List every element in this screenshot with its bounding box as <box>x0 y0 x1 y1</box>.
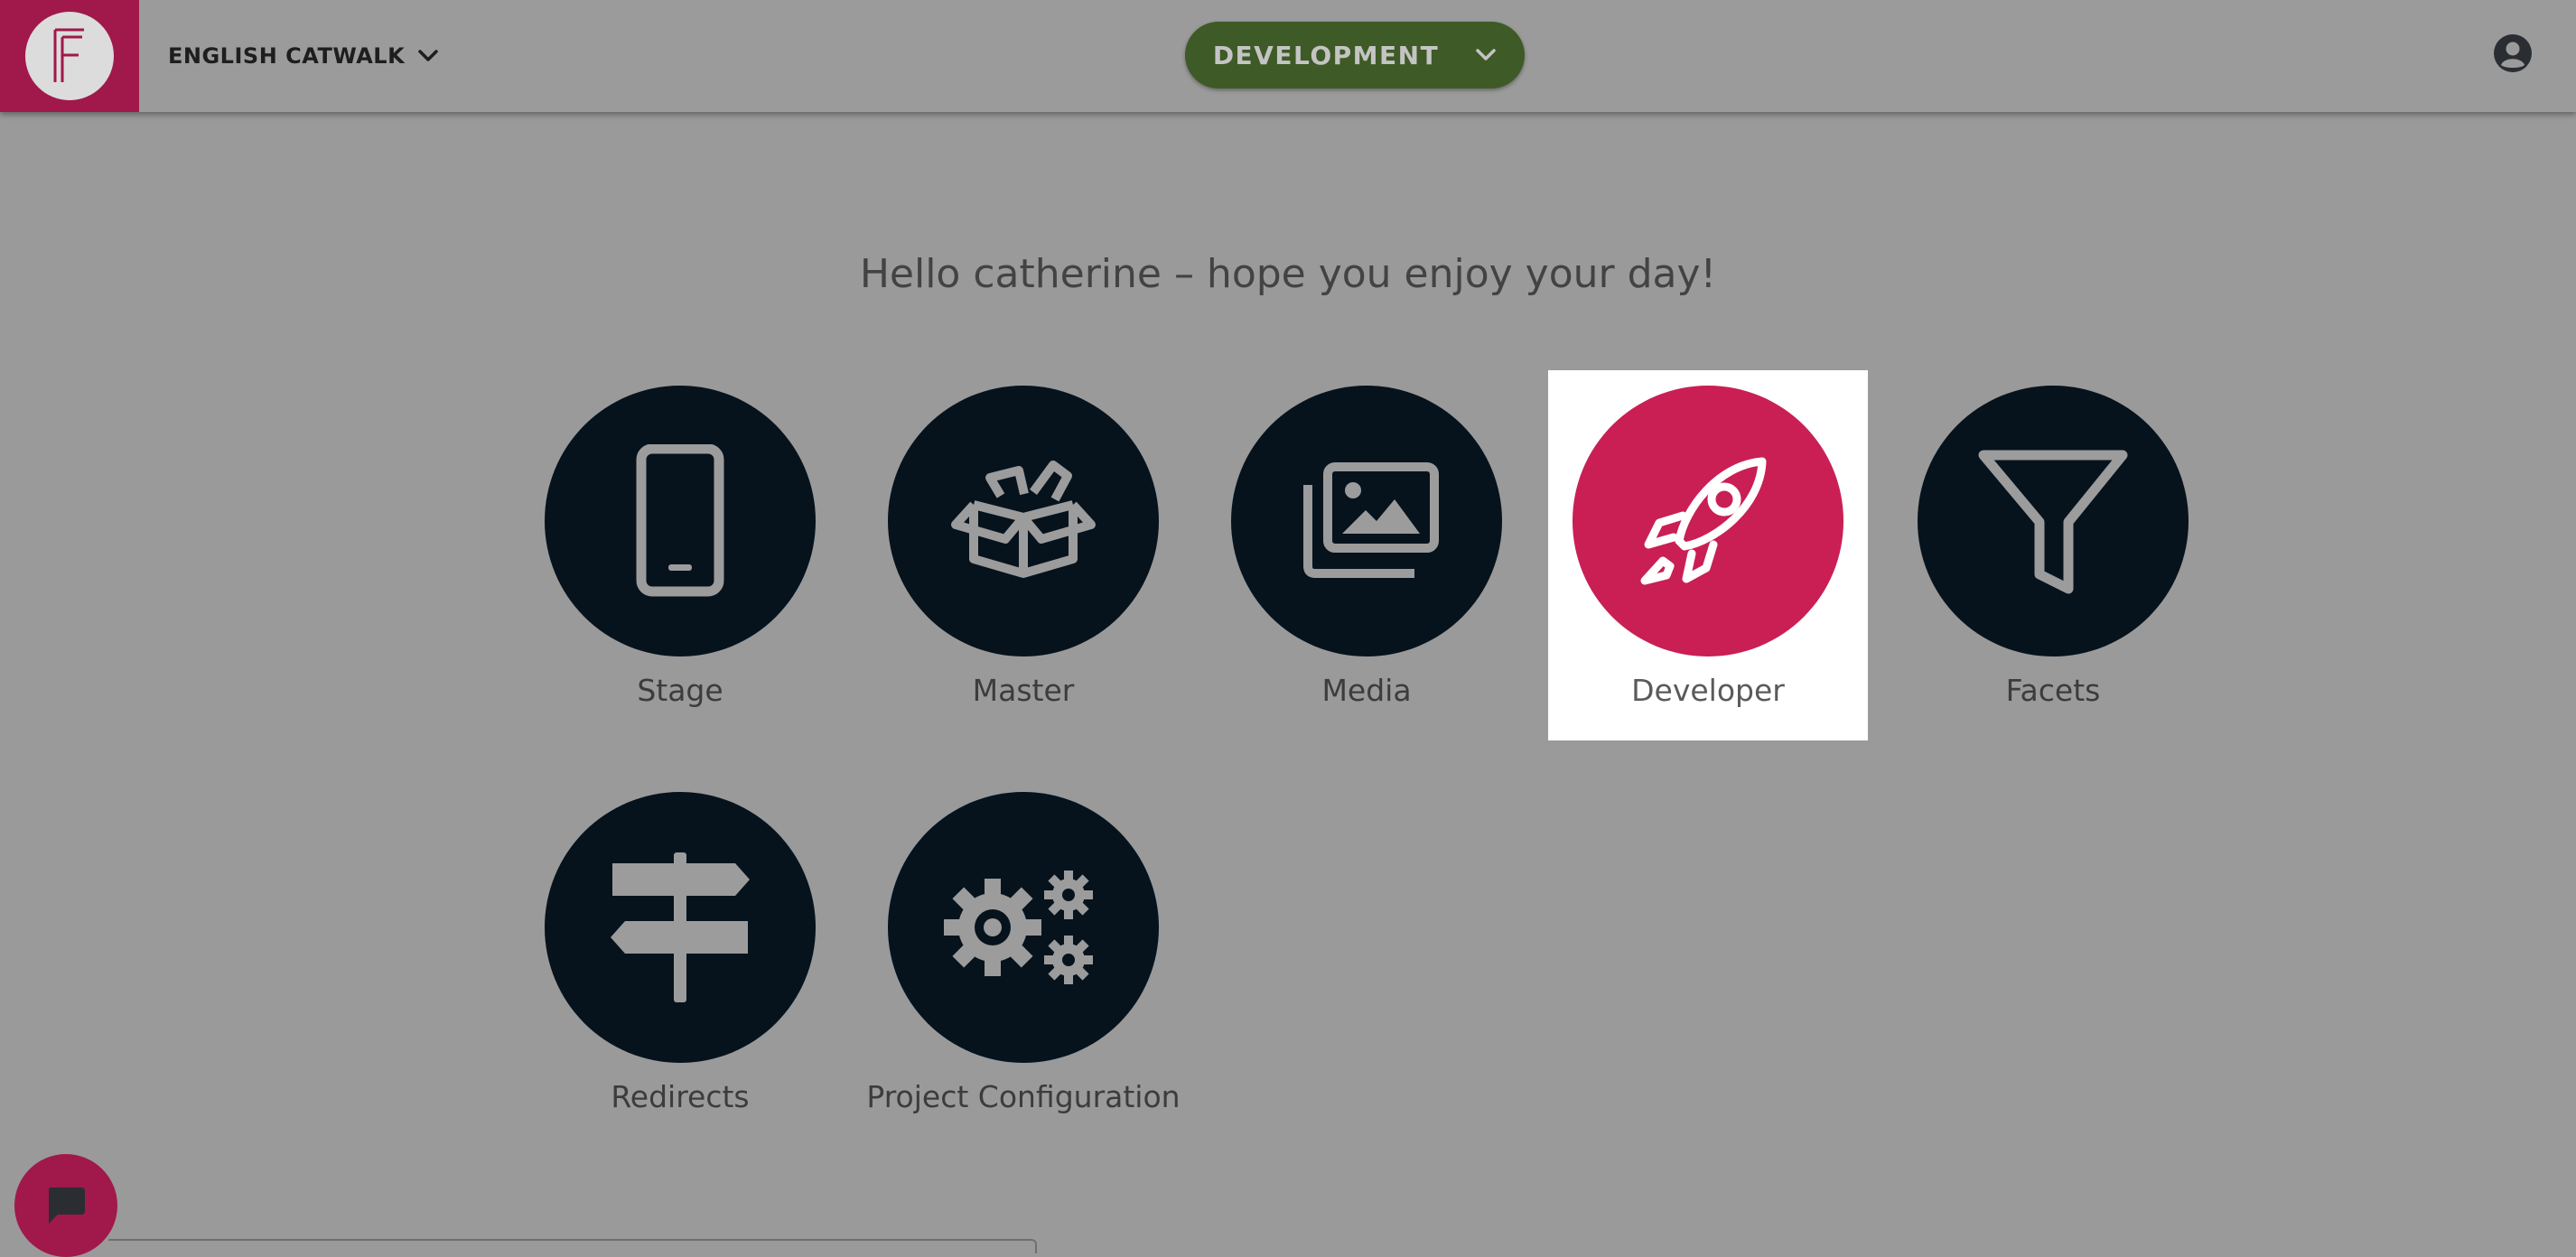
user-account-icon[interactable] <box>2493 33 2533 73</box>
images-icon <box>1303 462 1439 578</box>
tile-label: Redirects <box>611 1079 750 1114</box>
tile-circle <box>545 792 816 1063</box>
tile-circle <box>1573 386 1843 656</box>
tile-circle <box>888 792 1159 1063</box>
tile-circle <box>545 386 816 656</box>
tile-redirects[interactable]: Redirects <box>520 777 840 1147</box>
chat-button[interactable] <box>14 1154 117 1257</box>
logo-icon <box>25 12 114 100</box>
funnel-icon <box>1978 450 2128 594</box>
tile-circle <box>1231 386 1502 656</box>
project-selector[interactable]: ENGLISH CATWALK <box>168 36 439 76</box>
tile-circle <box>888 386 1159 656</box>
chat-bubble-icon <box>49 1187 85 1224</box>
chevron-down-icon <box>418 50 438 61</box>
bottom-panel-edge <box>108 1239 1037 1253</box>
tile-media[interactable]: Media <box>1207 370 1526 740</box>
signpost-icon <box>611 852 750 1002</box>
mobile-phone-icon <box>636 444 724 597</box>
tile-label: Media <box>1321 673 1412 708</box>
open-box-icon <box>951 461 1096 578</box>
tile-label: Developer <box>1631 673 1785 708</box>
tile-project-configuration[interactable]: Project Configuration <box>863 777 1183 1147</box>
tile-developer[interactable]: Developer <box>1548 370 1868 740</box>
chevron-down-icon <box>1476 49 1496 61</box>
project-name: ENGLISH CATWALK <box>168 43 406 69</box>
environment-label: DEVELOPMENT <box>1212 40 1440 70</box>
tile-stage[interactable]: Stage <box>520 370 840 740</box>
tile-label: Facets <box>2005 673 2101 708</box>
environment-selector[interactable]: DEVELOPMENT <box>1185 22 1525 88</box>
tile-facets[interactable]: Facets <box>1893 370 2213 740</box>
rocket-icon <box>1640 457 1767 585</box>
tile-label: Master <box>972 673 1075 708</box>
tile-label: Project Configuration <box>866 1079 1181 1114</box>
tile-circle <box>1918 386 2189 656</box>
app-logo[interactable] <box>0 0 139 112</box>
tile-label: Stage <box>637 673 723 708</box>
gears-icon <box>944 871 1093 984</box>
top-bar: ENGLISH CATWALK DEVELOPMENT <box>0 0 2576 112</box>
tile-master[interactable]: Master <box>863 370 1183 740</box>
greeting-text: Hello catherine – hope you enjoy your da… <box>859 251 1717 297</box>
